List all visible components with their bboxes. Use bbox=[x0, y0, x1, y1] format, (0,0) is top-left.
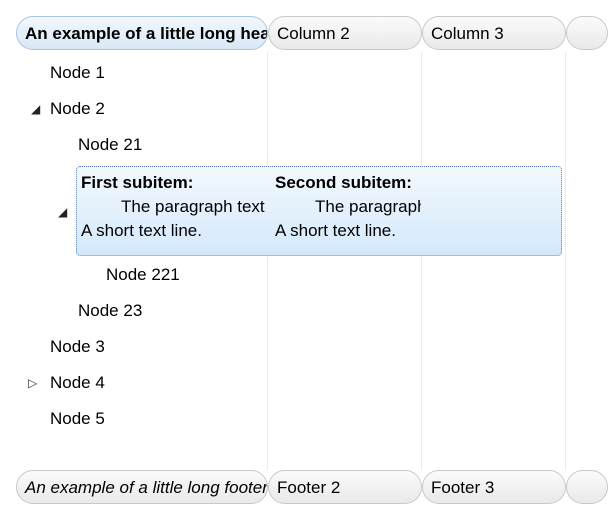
tree-view[interactable]: An example of a little long header Colum… bbox=[0, 0, 608, 508]
subitem-2: Second subitem: The paragraph text A sho… bbox=[275, 167, 421, 255]
subitem-1-title: First subitem: bbox=[81, 173, 194, 192]
collapsed-triangle-icon[interactable]: ▷ bbox=[28, 365, 37, 401]
tree-node-4[interactable]: Node 4 bbox=[50, 365, 105, 401]
header-bar: An example of a little long header Colum… bbox=[0, 16, 608, 52]
subitem-2-title: Second subitem: bbox=[275, 173, 412, 192]
tree-node-21[interactable]: Node 21 bbox=[78, 127, 142, 163]
footer-column-1: An example of a little long footer bbox=[16, 470, 268, 504]
column-divider bbox=[421, 52, 422, 470]
expanded-triangle-icon[interactable]: ◢ bbox=[58, 194, 67, 230]
subitem-2-line: A short text line. bbox=[275, 221, 396, 240]
header-column-3[interactable]: Column 3 bbox=[422, 16, 566, 50]
tree-node-5[interactable]: Node 5 bbox=[50, 401, 105, 437]
header-column-2[interactable]: Column 2 bbox=[268, 16, 422, 50]
header-column-1[interactable]: An example of a little long header bbox=[16, 16, 268, 50]
tree-node-23[interactable]: Node 23 bbox=[78, 293, 142, 329]
footer-column-2: Footer 2 bbox=[268, 470, 422, 504]
tree-node-3[interactable]: Node 3 bbox=[50, 329, 105, 365]
footer-column-4 bbox=[566, 470, 608, 504]
tree-node-221[interactable]: Node 221 bbox=[106, 257, 180, 293]
selected-multiline-node[interactable]: First subitem: The paragraph text A shor… bbox=[76, 166, 562, 256]
column-divider bbox=[267, 52, 268, 470]
header-column-4[interactable] bbox=[566, 16, 608, 50]
column-divider bbox=[565, 52, 566, 470]
subitem-1: First subitem: The paragraph text A shor… bbox=[81, 167, 267, 255]
subitem-1-paragraph: The paragraph text bbox=[121, 197, 265, 216]
expanded-triangle-icon[interactable]: ◢ bbox=[31, 91, 40, 127]
tree-node-2[interactable]: Node 2 bbox=[50, 91, 105, 127]
tree-node-1[interactable]: Node 1 bbox=[50, 55, 105, 91]
subitem-2-paragraph: The paragraph text bbox=[315, 197, 421, 216]
footer-bar: An example of a little long footer Foote… bbox=[0, 470, 608, 506]
subitem-1-line: A short text line. bbox=[81, 221, 202, 240]
footer-column-3: Footer 3 bbox=[422, 470, 566, 504]
